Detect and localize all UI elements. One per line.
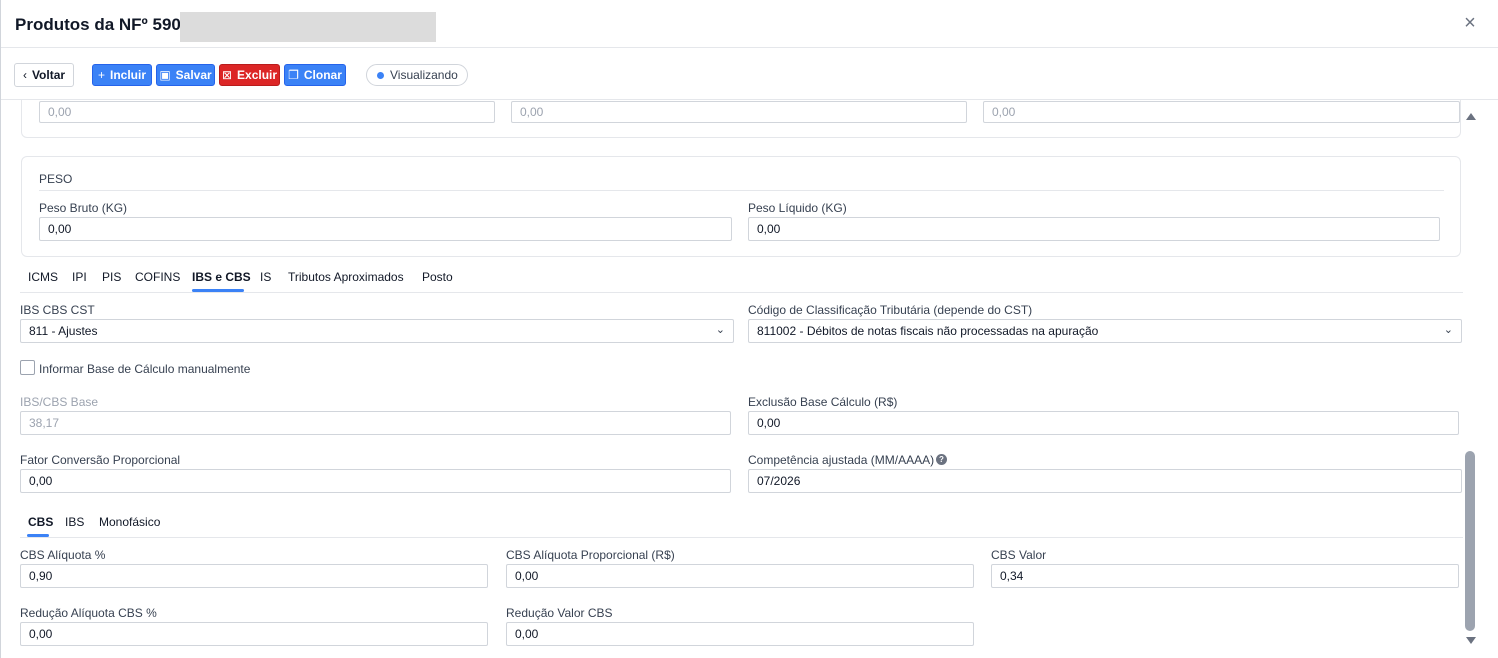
subtab-cbs[interactable]: CBS <box>28 515 53 529</box>
close-icon[interactable]: × <box>1460 13 1480 33</box>
reducao-aliquota-input[interactable]: 0,00 <box>20 622 488 646</box>
tab-is[interactable]: IS <box>260 270 271 284</box>
tab-posto[interactable]: Posto <box>422 270 453 284</box>
fator-conversao-label: Fator Conversão Proporcional <box>20 453 181 467</box>
tab-pis[interactable]: PIS <box>102 270 121 284</box>
exclusao-base-label: Exclusão Base Cálculo (R$) <box>748 395 898 409</box>
add-button[interactable]: + Incluir <box>92 64 152 86</box>
delete-button[interactable]: ⊠ Excluir <box>219 64 280 86</box>
chevron-left-icon: ‹ <box>22 68 27 82</box>
ibs-cbs-base-label: IBS/CBS Base <box>20 395 99 409</box>
reducao-valor-input[interactable]: 0,00 <box>506 622 974 646</box>
chevron-down-icon: ⌄ <box>715 324 725 336</box>
cbs-aliquota-proporcional-label: CBS Alíquota Proporcional (R$) <box>506 548 675 562</box>
cst-label: IBS CBS CST <box>20 303 95 317</box>
form-content: 0,00 0,00 0,00 PESO Peso Bruto (KG) 0,00… <box>1 100 1463 658</box>
add-label: Incluir <box>110 68 147 82</box>
divider <box>39 190 1444 191</box>
tab-ipi[interactable]: IPI <box>72 270 87 284</box>
save-label: Salvar <box>175 68 212 82</box>
peso-title: PESO <box>39 172 73 186</box>
dialog: Produtos da NFº 590 - × ‹ Voltar + Inclu… <box>0 0 1498 658</box>
scrollbar-thumb[interactable] <box>1465 451 1475 631</box>
peso-liquido-input[interactable]: 0,00 <box>748 217 1440 241</box>
clone-label: Clonar <box>303 68 342 82</box>
copy-icon: ❐ <box>288 68 299 82</box>
chevron-down-icon: ⌄ <box>1443 324 1453 336</box>
subtab-monofasico[interactable]: Monofásico <box>99 515 160 529</box>
manual-base-label: Informar Base de Cálculo manualmente <box>39 362 251 376</box>
delete-label: Excluir <box>237 68 278 82</box>
competencia-input[interactable]: 07/2026 <box>748 469 1462 493</box>
back-label: Voltar <box>31 68 66 82</box>
back-button[interactable]: ‹ Voltar <box>14 63 74 87</box>
cbs-aliquota-proporcional-input[interactable]: 0,00 <box>506 564 974 588</box>
classificacao-select[interactable]: 811002 - Débitos de notas fiscais não pr… <box>748 319 1462 343</box>
classificacao-label: Código de Classificação Tributária (depe… <box>748 303 1033 317</box>
top-field-3[interactable]: 0,00 <box>983 101 1460 123</box>
cbs-valor-input[interactable]: 0,34 <box>991 564 1459 588</box>
exclusao-base-input[interactable]: 0,00 <box>748 411 1459 435</box>
redacted-area <box>180 12 436 42</box>
peso-bruto-label: Peso Bruto (KG) <box>39 201 128 215</box>
top-field-1[interactable]: 0,00 <box>39 101 495 123</box>
reducao-valor-label: Redução Valor CBS <box>506 606 613 620</box>
tab-tributos-aproximados[interactable]: Tributos Aproximados <box>288 270 404 284</box>
cbs-aliquota-input[interactable]: 0,90 <box>20 564 488 588</box>
fator-conversao-input[interactable]: 0,00 <box>20 469 731 493</box>
status-dot-icon <box>377 71 384 79</box>
cbs-aliquota-label: CBS Alíquota % <box>20 548 106 562</box>
save-icon: ▣ <box>159 68 171 82</box>
scrollbar[interactable] <box>1463 100 1479 658</box>
manual-base-checkbox[interactable] <box>20 360 35 375</box>
subtab-ibs[interactable]: IBS <box>65 515 84 529</box>
reducao-aliquota-label: Redução Alíquota CBS % <box>20 606 157 620</box>
peso-bruto-input[interactable]: 0,00 <box>39 217 732 241</box>
cbs-valor-label: CBS Valor <box>991 548 1047 562</box>
subtabs-divider <box>20 537 1463 538</box>
plus-icon: + <box>97 68 105 82</box>
help-icon[interactable]: ? <box>936 454 947 465</box>
tabs-divider <box>20 292 1463 293</box>
cst-select[interactable]: 811 - Ajustes ⌄ <box>20 319 734 343</box>
top-card: 0,00 0,00 0,00 <box>21 100 1461 138</box>
save-button[interactable]: ▣ Salvar <box>156 64 215 86</box>
dialog-title: Produtos da NFº 590 - <box>15 15 192 34</box>
classificacao-value: 811002 - Débitos de notas fiscais não pr… <box>757 324 1099 338</box>
peso-liquido-label: Peso Líquido (KG) <box>748 201 847 215</box>
competencia-label: Competência ajustada (MM/AAAA) <box>748 453 935 467</box>
peso-card: PESO Peso Bruto (KG) 0,00 Peso Líquido (… <box>21 156 1461 257</box>
tab-cofins[interactable]: COFINS <box>135 270 180 284</box>
ibs-cbs-base-input: 38,17 <box>20 411 731 435</box>
clone-button[interactable]: ❐ Clonar <box>284 64 346 86</box>
tab-icms[interactable]: ICMS <box>28 270 58 284</box>
dialog-header: Produtos da NFº 590 - × <box>1 0 1498 48</box>
tab-ibs-cbs[interactable]: IBS e CBS <box>192 270 251 284</box>
status-badge: Visualizando <box>366 64 468 86</box>
status-label: Visualizando <box>390 68 458 82</box>
scroll-down-icon[interactable] <box>1466 637 1476 644</box>
scroll-up-icon[interactable] <box>1466 113 1476 120</box>
cst-value: 811 - Ajustes <box>29 324 98 338</box>
trash-icon: ⊠ <box>221 68 233 82</box>
top-field-2[interactable]: 0,00 <box>511 101 967 123</box>
toolbar: ‹ Voltar + Incluir ▣ Salvar ⊠ Excluir ❐ … <box>1 48 1498 100</box>
